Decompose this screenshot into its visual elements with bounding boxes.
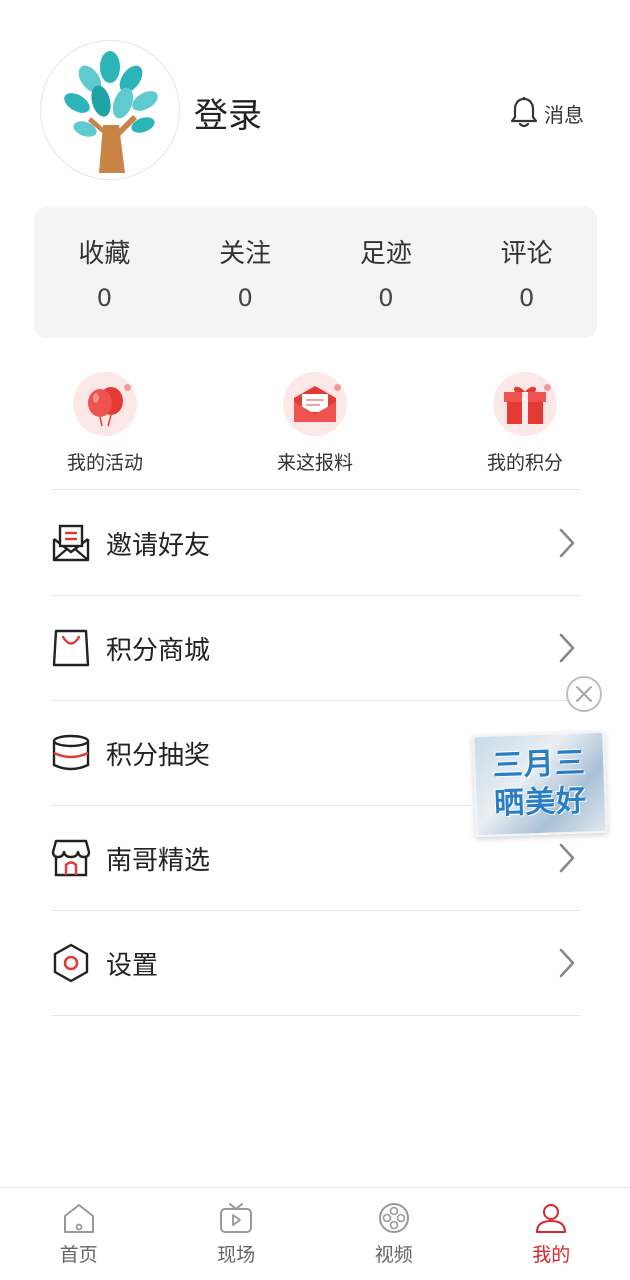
menu-item-label: 积分商城 — [106, 635, 211, 666]
profile-page: 登录 消息 收藏 0 关注 0 足迹 0 评论 0 我的活动 来这报料 我的积分… — [0, 0, 630, 1280]
tab-label: 我的 — [532, 1244, 571, 1266]
tab-label: 视频 — [374, 1244, 413, 1266]
avatar[interactable] — [40, 40, 180, 180]
quick-action-label: 我的积分 — [486, 452, 563, 474]
chevron-right-icon — [559, 528, 575, 558]
ad-text-line: 晒美好 — [493, 783, 588, 822]
tab-video[interactable]: 视频 — [315, 1188, 473, 1280]
ad-close-button[interactable] — [566, 676, 602, 712]
menu-item-label: 设置 — [106, 950, 159, 981]
hexagon-settings-icon — [51, 943, 91, 983]
chevron-right-icon — [559, 843, 575, 873]
ad-text-line: 三月三 — [492, 745, 587, 784]
messages-label: 消息 — [544, 102, 584, 127]
menu-item-points-mall[interactable]: 积分商城 — [51, 596, 581, 700]
stats-card: 收藏 0 关注 0 足迹 0 评论 0 — [34, 207, 597, 338]
login-link[interactable]: 登录 — [194, 88, 262, 137]
shopping-bag-icon — [51, 628, 91, 668]
user-icon — [536, 1204, 567, 1233]
stat-label: 关注 — [219, 239, 272, 269]
lottery-drum-icon — [51, 733, 91, 773]
envelope-icon — [283, 372, 347, 436]
menu-item-invite-friends[interactable]: 邀请好友 — [51, 491, 581, 595]
quick-actions: 我的活动 来这报料 我的积分 — [0, 372, 630, 482]
chevron-right-icon — [559, 948, 575, 978]
divider — [51, 1015, 581, 1016]
menu-item-label: 积分抽奖 — [106, 740, 211, 771]
tab-mine[interactable]: 我的 — [473, 1188, 630, 1280]
tab-home[interactable]: 首页 — [0, 1188, 158, 1280]
quick-action-label: 来这报料 — [276, 452, 353, 474]
tv-play-icon — [220, 1203, 253, 1233]
storefront-icon — [51, 838, 91, 878]
tab-label: 首页 — [59, 1244, 98, 1266]
stat-favorites[interactable]: 收藏 0 — [34, 207, 175, 338]
stat-value: 0 — [518, 284, 535, 312]
stat-following[interactable]: 关注 0 — [175, 207, 316, 338]
home-icon — [63, 1204, 94, 1233]
tree-logo-icon — [64, 51, 158, 173]
menu-item-settings[interactable]: 设置 — [51, 911, 581, 1015]
stat-label: 评论 — [500, 239, 553, 269]
my-activities-button[interactable]: 我的活动 — [30, 372, 180, 475]
stat-label: 收藏 — [78, 239, 131, 269]
menu-item-label: 南哥精选 — [106, 845, 211, 876]
stat-comments[interactable]: 评论 0 — [456, 207, 597, 338]
invite-envelope-icon — [51, 523, 91, 563]
gift-box-icon — [493, 372, 557, 436]
close-icon — [576, 686, 592, 702]
divider — [51, 489, 581, 490]
stat-value: 0 — [96, 284, 113, 312]
messages-button[interactable]: 消息 — [508, 96, 584, 130]
stat-history[interactable]: 足迹 0 — [316, 207, 457, 338]
stat-value: 0 — [378, 284, 394, 312]
floating-ad-banner[interactable]: 三月三 晒美好 — [472, 730, 608, 838]
submit-tip-button[interactable]: 来这报料 — [240, 372, 390, 475]
tab-live[interactable]: 现场 — [158, 1188, 316, 1280]
stat-value: 0 — [237, 284, 253, 312]
menu-item-label: 邀请好友 — [106, 530, 211, 561]
bell-icon — [510, 97, 538, 128]
bottom-tab-bar: 首页 现场 视频 我的 — [0, 1187, 630, 1280]
quick-action-label: 我的活动 — [66, 452, 143, 474]
tab-label: 现场 — [217, 1244, 256, 1266]
film-reel-icon — [378, 1203, 409, 1233]
stat-label: 足迹 — [359, 239, 412, 269]
balloons-icon — [73, 372, 137, 436]
my-points-button[interactable]: 我的积分 — [450, 372, 600, 475]
chevron-right-icon — [559, 633, 575, 663]
